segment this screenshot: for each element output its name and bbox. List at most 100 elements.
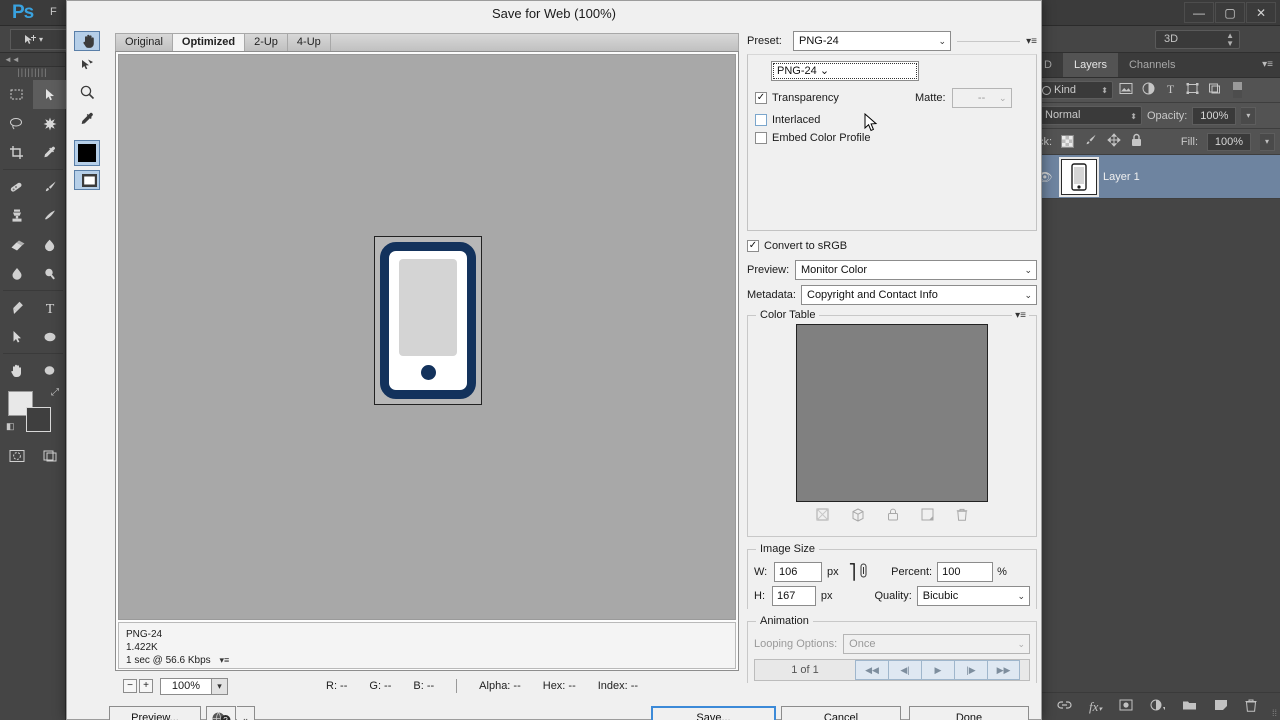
filter-pixel-icon[interactable] (1119, 82, 1133, 98)
mask-icon[interactable] (1119, 699, 1133, 714)
preview-options-menu-icon[interactable]: ▾≡ (219, 655, 229, 665)
tab-2-up[interactable]: 2-Up (245, 34, 288, 51)
zoom-out-button[interactable]: − (123, 679, 137, 693)
tool-eyedropper[interactable] (33, 138, 66, 167)
panel-resize-grip[interactable]: ⁞⁞ (1272, 708, 1277, 718)
zoom-level-value[interactable]: 100% (160, 677, 212, 695)
delete-color-icon[interactable] (956, 508, 968, 525)
preview-color-select[interactable]: Monitor Color ⌄ (795, 260, 1037, 280)
tab-channels[interactable]: Channels (1117, 53, 1187, 77)
width-input[interactable]: 106 (774, 562, 822, 582)
preset-select[interactable]: PNG-24 ⌄ (793, 31, 951, 51)
tool-healing-brush[interactable] (0, 172, 33, 201)
blend-mode-select[interactable]: Normal ⬍ (1038, 106, 1142, 125)
tool-dodge[interactable] (33, 259, 66, 288)
fx-icon[interactable]: fx▾ (1089, 699, 1102, 715)
menu-file[interactable]: F (50, 6, 57, 18)
workspace-select[interactable]: 3D ▲ ▼ (1155, 30, 1240, 49)
filter-type-text-icon[interactable]: T (1164, 82, 1177, 98)
save-button[interactable]: Save... (651, 706, 776, 720)
color-table-menu-icon[interactable]: ▾≡ (1012, 310, 1029, 321)
filter-smart-object-icon[interactable] (1208, 82, 1221, 98)
snap-to-web-icon[interactable] (816, 508, 829, 525)
tool-rectangular-marquee[interactable] (0, 80, 33, 109)
tool-zoom[interactable] (33, 356, 66, 385)
embed-color-profile-checkbox[interactable] (755, 132, 767, 144)
lock-color-icon[interactable] (887, 508, 899, 525)
preview-browser-icon[interactable]: ? (206, 706, 236, 720)
new-color-icon[interactable] (921, 508, 934, 525)
filter-shape-icon[interactable] (1186, 82, 1199, 98)
zoom-in-button[interactable]: + (139, 679, 153, 693)
color-table-swatch-area[interactable] (796, 324, 988, 502)
lock-transparency-icon[interactable] (1061, 135, 1075, 148)
looping-options-select[interactable]: Once ⌄ (843, 634, 1030, 654)
web-shift-icon[interactable] (851, 508, 865, 525)
close-icon[interactable]: ✕ (1246, 2, 1276, 23)
minimize-icon[interactable]: — (1184, 2, 1214, 23)
background-color-swatch[interactable] (26, 407, 51, 432)
trash-icon[interactable] (1245, 699, 1257, 715)
tool-gradient[interactable] (33, 230, 66, 259)
quality-select[interactable]: Bicubic ⌄ (916, 586, 1030, 606)
tool-magic-wand[interactable] (33, 109, 66, 138)
first-frame-icon[interactable]: ◀◀ (855, 660, 888, 680)
opacity-dropdown-icon[interactable]: ▾ (1241, 106, 1257, 125)
file-format-select[interactable]: PNG-24 ⌄ (771, 61, 919, 81)
lock-all-icon[interactable] (1130, 133, 1143, 150)
panel-menu-icon[interactable]: ▾≡ (1262, 59, 1273, 70)
tool-clone-stamp[interactable] (0, 201, 33, 230)
last-frame-icon[interactable]: ▶▶ (987, 660, 1020, 680)
tool-blur[interactable] (0, 259, 33, 288)
previous-frame-icon[interactable]: ◀| (888, 660, 921, 680)
layer-filter-kind-select[interactable]: Kind ⬍ (1037, 81, 1113, 99)
tool-lasso[interactable] (0, 109, 33, 138)
tool-move[interactable] (33, 80, 66, 109)
tool-type[interactable]: T (33, 293, 66, 322)
reset-colors-icon[interactable]: ◧ (6, 421, 15, 432)
toggle-slices-icon[interactable] (74, 170, 100, 190)
matte-select[interactable]: -- ⌄ (951, 88, 1012, 108)
tool-pen[interactable] (0, 293, 33, 322)
lock-position-icon[interactable] (1107, 133, 1121, 150)
next-frame-icon[interactable]: |▶ (954, 660, 987, 680)
toolbar-collapse-handle[interactable]: ◄◄ (0, 53, 65, 67)
tool-brush[interactable] (33, 172, 66, 201)
lock-image-pixels-icon[interactable] (1083, 133, 1098, 150)
adjustment-icon[interactable]: ▾ (1150, 699, 1166, 714)
tool-history-brush[interactable] (33, 201, 66, 230)
image-canvas[interactable] (118, 54, 736, 620)
hand-tool-icon[interactable] (74, 31, 100, 51)
dialog-foreground-swatch[interactable] (74, 140, 100, 166)
tool-quick-mask[interactable] (0, 441, 33, 470)
tool-ellipse[interactable] (33, 322, 66, 351)
tool-path-selection[interactable] (0, 322, 33, 351)
preview-browser-dropdown-icon[interactable]: ⌄ (237, 706, 255, 720)
transparency-checkbox[interactable]: ✓ (755, 92, 767, 104)
fill-value[interactable]: 100% (1207, 132, 1251, 151)
tool-crop[interactable] (0, 138, 33, 167)
tool-eraser[interactable] (0, 230, 33, 259)
interlaced-checkbox[interactable] (755, 114, 767, 126)
done-button[interactable]: Done (909, 706, 1029, 720)
filter-adjustment-icon[interactable] (1142, 82, 1155, 98)
tab-layers[interactable]: Layers (1062, 53, 1118, 77)
color-swatches[interactable]: ⤢ ◧ (0, 385, 65, 441)
table-row[interactable]: 👁 Layer 1 (1033, 155, 1280, 199)
new-layer-icon[interactable] (1214, 699, 1228, 714)
convert-to-srgb-checkbox[interactable]: ✓ (747, 240, 759, 252)
percent-input[interactable]: 100 (937, 562, 994, 582)
height-input[interactable]: 167 (772, 586, 816, 606)
zoom-dropdown-icon[interactable]: ▾ (212, 677, 228, 695)
filter-enable-toggle[interactable] (1233, 82, 1242, 98)
tab-optimized[interactable]: Optimized (172, 34, 246, 51)
link-icon[interactable] (1057, 699, 1072, 714)
preview-button[interactable]: Preview... (109, 706, 201, 720)
toolbar-drag-handle[interactable]: ||||||||| (0, 67, 65, 80)
preset-menu-icon[interactable]: ▾≡ (1026, 36, 1037, 47)
tool-hand[interactable] (0, 356, 33, 385)
tab-4-up[interactable]: 4-Up (288, 34, 331, 51)
opacity-value[interactable]: 100% (1192, 106, 1237, 125)
slice-select-tool-icon[interactable] (74, 52, 100, 78)
zoom-tool-icon[interactable] (74, 79, 100, 105)
